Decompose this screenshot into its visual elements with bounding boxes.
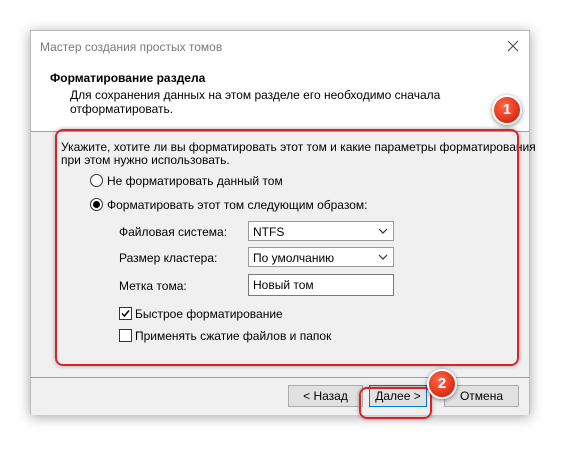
highlight-box-next: [359, 387, 432, 419]
highlight-box-settings: [55, 129, 519, 366]
close-icon[interactable]: [505, 38, 521, 54]
title-bar[interactable]: Мастер создания простых томов: [31, 31, 529, 61]
window-title: Мастер создания простых томов: [40, 40, 223, 54]
description-line-1: Для сохранения данных на этом разделе ег…: [70, 88, 441, 102]
wizard-header: Форматирование раздела Для сохранения да…: [31, 61, 529, 131]
description-line-2: отформатировать.: [70, 102, 174, 116]
page-title: Форматирование раздела: [50, 71, 206, 85]
step-badge-2: 2: [427, 369, 457, 399]
step-badge-1: 1: [492, 95, 522, 125]
page-description: Для сохранения данных на этом разделе ег…: [70, 88, 450, 116]
back-button[interactable]: < Назад: [288, 385, 363, 407]
